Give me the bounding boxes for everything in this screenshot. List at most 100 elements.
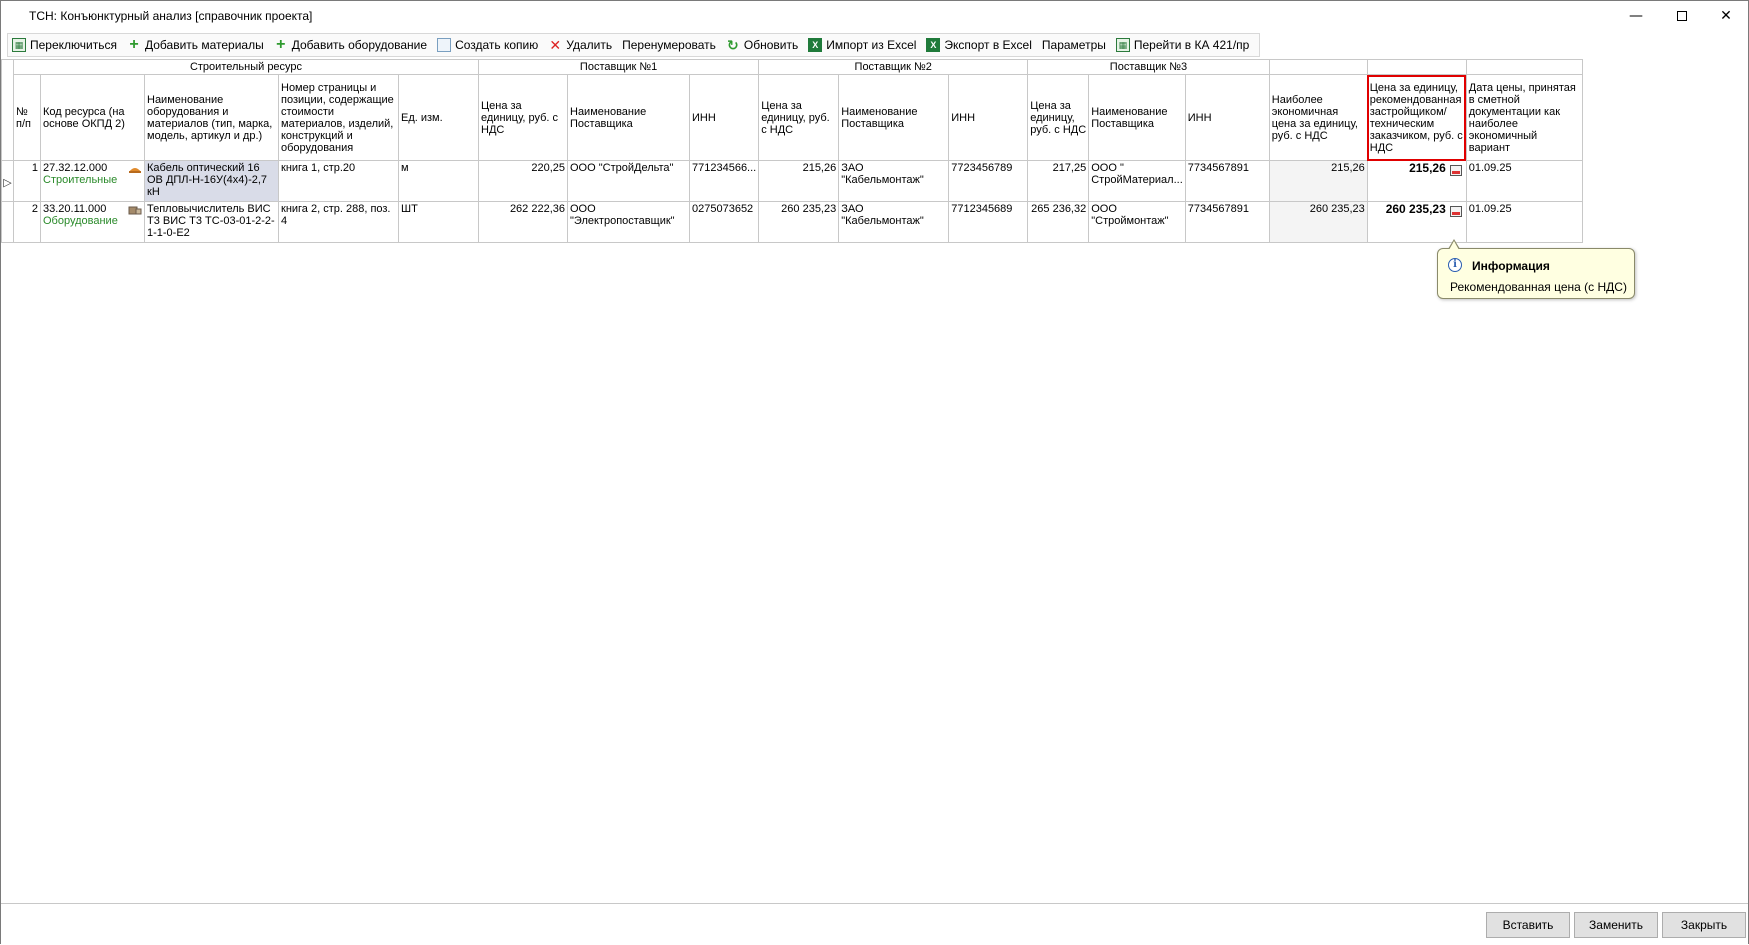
tooltip-title: Информация [1472,259,1550,273]
table-row[interactable]: ▷ 1 27.32.12.000 Строительные Кабель опт… [1,160,1583,202]
cell-s2-inn[interactable]: 7723456789 [948,160,1029,202]
current-row-indicator: ▷ [1,160,14,202]
header-date[interactable]: Дата цены, принятая в сметной документац… [1465,74,1583,161]
cell-s3-inn[interactable]: 7734567891 [1184,160,1270,202]
cell-name[interactable]: Тепловычислитель ВИС Т3 ВИС Т3 ТС-03-01-… [144,201,279,243]
material-icon [129,168,141,173]
header-s3-name[interactable]: Наименование Поставщика [1088,74,1186,161]
cell-s3-price[interactable]: 217,25 [1027,160,1090,202]
export-excel-button[interactable]: X Экспорт в Excel [922,34,1037,56]
excel-icon: X [926,38,941,52]
refresh-icon: ↻ [727,37,739,53]
cell-s1-price[interactable]: 220,25 [478,160,568,202]
cell-recommended[interactable]: 260 235,23 [1366,201,1467,243]
minimize-button[interactable]: — [1613,1,1659,31]
renumber-button[interactable]: Перенумеровать [618,34,722,56]
price-info-icon[interactable] [1449,206,1462,217]
cell-s2-price[interactable]: 215,26 [758,160,840,202]
header-page[interactable]: Номер страницы и позиции, содержащие сто… [278,74,399,161]
window-title: ТСН: Конъюнктурный анализ [справочник пр… [29,9,313,23]
cell-unit[interactable]: м [398,160,479,202]
cell-s3-price[interactable]: 265 236,32 [1027,201,1090,243]
header-s3-inn[interactable]: ИНН [1184,74,1270,161]
cell-recommended[interactable]: 215,26 [1366,160,1467,202]
cell-economical[interactable]: 260 235,23 [1268,201,1368,243]
header-s1-inn[interactable]: ИНН [688,74,760,161]
cell-economical[interactable]: 215,26 [1268,160,1368,202]
cell-s1-inn[interactable]: 771234566... [688,160,760,202]
cell-s1-name[interactable]: ООО "Электропоставщик" [567,201,690,243]
parameters-button[interactable]: Параметры [1038,34,1112,56]
header-s2-price[interactable]: Цена за единицу, руб. с НДС [758,74,840,161]
cell-date[interactable]: 01.09.25 [1465,201,1583,243]
cell-name[interactable]: Кабель оптический 16 ОВ ДПЛ-Н-16У(4x4)-2… [144,160,279,202]
group-resource: Строительный ресурс [13,59,479,75]
cell-s2-name[interactable]: ЗАО "Кабельмонтаж" [838,201,950,243]
header-num[interactable]: № п/п [13,74,41,161]
cell-s1-price[interactable]: 262 222,36 [478,201,568,243]
group-empty-2 [1366,59,1467,75]
cell-s2-name[interactable]: ЗАО "Кабельмонтаж" [838,160,950,202]
add-materials-label: Добавить материалы [144,38,264,52]
header-economical[interactable]: Наиболее экономичная цена за единицу, ру… [1268,74,1368,161]
maximize-button[interactable] [1659,1,1705,31]
cell-num[interactable]: 2 [13,201,41,243]
header-unit[interactable]: Ед. изм. [398,74,479,161]
create-copy-button[interactable]: Создать копию [433,34,544,56]
table-row[interactable]: 2 33.20.11.000 Оборудование Тепловычисли… [1,201,1583,243]
header-s3-price[interactable]: Цена за единицу, руб. с НДС [1027,74,1090,161]
header-s1-price[interactable]: Цена за единицу, руб. с НДС [478,74,568,161]
delete-button[interactable]: ✕ Удалить [544,34,618,56]
plus-icon: + [129,36,139,53]
add-materials-button[interactable]: + Добавить материалы [123,34,270,56]
excel-icon: X [808,38,823,52]
maximize-icon [1677,11,1687,21]
cell-page[interactable]: книга 1, стр.20 [278,160,399,202]
cell-code[interactable]: 27.32.12.000 Строительные [40,160,145,202]
create-copy-label: Создать копию [455,38,539,52]
price-info-icon[interactable] [1449,165,1462,176]
header-s1-name[interactable]: Наименование Поставщика [567,74,690,161]
cell-unit[interactable]: ШТ [398,201,479,243]
header-recommended[interactable]: Цена за единицу, рекомендованная застрой… [1366,74,1467,161]
cell-date[interactable]: 01.09.25 [1465,160,1583,202]
cell-code[interactable]: 33.20.11.000 Оборудование [40,201,145,243]
header-s2-inn[interactable]: ИНН [948,74,1029,161]
switch-label: Переключиться [30,38,117,52]
cell-s1-inn[interactable]: 0275073652 [688,201,760,243]
header-code[interactable]: Код ресурса (на основе ОКПД 2) [40,74,145,161]
group-empty-3 [1465,59,1583,75]
switch-button[interactable]: ▦ Переключиться [8,34,123,56]
cell-s3-name[interactable]: ООО "Строймонтаж" [1088,201,1186,243]
add-equipment-button[interactable]: + Добавить оборудование [270,34,433,56]
title-bar: ТСН: Конъюнктурный анализ [справочник пр… [1,1,1748,31]
cell-s3-name[interactable]: ООО " СтройМатериал... [1088,160,1186,202]
replace-button[interactable]: Заменить [1574,912,1658,938]
row-indicator [1,201,14,243]
resource-category: Строительные [43,174,118,186]
import-excel-button[interactable]: X Импорт из Excel [804,34,922,56]
insert-button[interactable]: Вставить [1486,912,1570,938]
cell-s2-inn[interactable]: 7712345689 [948,201,1029,243]
header-s2-name[interactable]: Наименование Поставщика [838,74,950,161]
resource-code: 27.32.12.000 [43,162,108,174]
grid-icon: ▦ [1115,38,1130,52]
cell-page[interactable]: книга 2, стр. 288, поз. 4 [278,201,399,243]
close-button[interactable]: Закрыть [1662,912,1746,938]
import-excel-label: Импорт из Excel [826,38,917,52]
header-name[interactable]: Наименование оборудования и материалов (… [144,74,279,161]
cell-s2-price[interactable]: 260 235,23 [758,201,840,243]
tooltip-text: Рекомендованная цена (с НДС) [1450,280,1627,294]
cell-num[interactable]: 1 [13,160,41,202]
refresh-button[interactable]: ↻ Обновить [722,34,804,56]
group-supplier3: Поставщик №3 [1027,59,1270,75]
plus-icon: + [276,36,286,53]
grid-icon: ▦ [12,38,26,52]
delete-label: Удалить [566,38,613,52]
cell-s1-name[interactable]: ООО "СтройДельта" [567,160,690,202]
close-window-button[interactable]: ✕ [1703,1,1749,31]
cell-s3-inn[interactable]: 7734567891 [1184,201,1270,243]
refresh-label: Обновить [743,38,799,52]
equipment-icon [128,206,142,215]
goto-ka-button[interactable]: ▦ Перейти в КА 421/пр [1112,34,1255,56]
